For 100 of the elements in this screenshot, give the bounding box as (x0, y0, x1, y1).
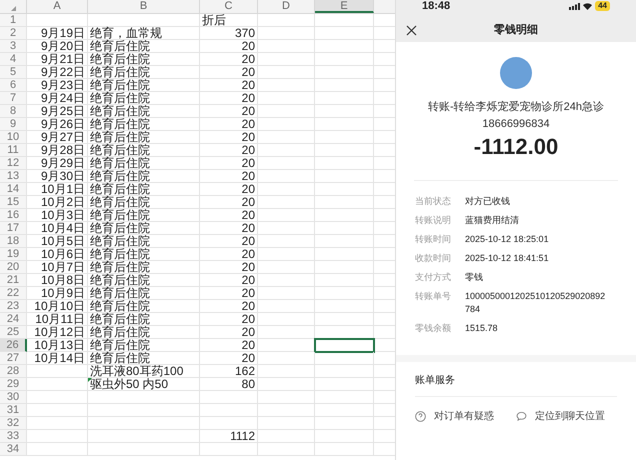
table-cell[interactable]: 绝育后住院 (88, 40, 200, 53)
table-cell[interactable]: 绝育后住院 (88, 196, 200, 209)
table-cell[interactable]: 绝育后住院 (88, 352, 200, 365)
table-cell[interactable]: 绝育后住院 (88, 339, 200, 352)
table-cell[interactable]: 折后 (200, 14, 258, 27)
table-cell[interactable] (258, 144, 315, 157)
table-cell[interactable]: 绝育后住院 (88, 53, 200, 66)
table-cell[interactable] (258, 66, 315, 79)
row-header[interactable]: 34 (0, 443, 27, 456)
row-header[interactable]: 4 (0, 53, 27, 66)
table-cell[interactable]: 20 (200, 170, 258, 183)
row-header[interactable]: 31 (0, 404, 27, 417)
table-cell[interactable] (258, 391, 315, 404)
table-cell[interactable]: 20 (200, 105, 258, 118)
table-cell[interactable]: 绝育后住院 (88, 105, 200, 118)
table-cell[interactable] (258, 105, 315, 118)
row-header[interactable]: 19 (0, 248, 27, 261)
table-cell[interactable] (315, 14, 374, 27)
table-cell[interactable] (88, 391, 200, 404)
table-cell[interactable]: 9月24日 (27, 92, 88, 105)
table-cell[interactable] (315, 391, 374, 404)
table-cell[interactable] (27, 417, 88, 430)
row-header[interactable]: 22 (0, 287, 27, 300)
table-cell[interactable]: 20 (200, 235, 258, 248)
table-cell[interactable]: 绝育后住院 (88, 261, 200, 274)
table-cell[interactable]: 9月22日 (27, 66, 88, 79)
table-cell[interactable]: 绝育后住院 (88, 209, 200, 222)
table-cell[interactable] (258, 352, 315, 365)
table-cell[interactable] (315, 365, 374, 378)
table-cell[interactable]: 10月14日 (27, 352, 88, 365)
table-cell[interactable] (258, 430, 315, 443)
row-header[interactable]: 18 (0, 235, 27, 248)
table-cell[interactable] (27, 391, 88, 404)
table-cell[interactable] (258, 40, 315, 53)
table-cell[interactable] (88, 404, 200, 417)
table-cell[interactable] (315, 313, 374, 326)
table-cell[interactable] (315, 157, 374, 170)
column-header[interactable]: C (200, 0, 258, 13)
table-cell[interactable]: 20 (200, 92, 258, 105)
table-cell[interactable] (258, 157, 315, 170)
table-cell[interactable]: 绝育后住院 (88, 235, 200, 248)
table-cell[interactable] (258, 417, 315, 430)
table-cell[interactable]: 9月26日 (27, 118, 88, 131)
table-cell[interactable]: 绝育后住院 (88, 79, 200, 92)
column-header[interactable]: A (27, 0, 88, 13)
table-cell[interactable] (88, 417, 200, 430)
table-cell[interactable]: 绝育后住院 (88, 248, 200, 261)
table-cell[interactable]: 20 (200, 326, 258, 339)
table-cell[interactable]: 9月25日 (27, 105, 88, 118)
table-cell[interactable]: 20 (200, 53, 258, 66)
table-cell[interactable]: 20 (200, 40, 258, 53)
table-cell[interactable] (258, 404, 315, 417)
table-cell[interactable]: 绝育后住院 (88, 170, 200, 183)
table-cell[interactable]: 绝育后住院 (88, 274, 200, 287)
table-cell[interactable] (315, 92, 374, 105)
table-cell[interactable]: 20 (200, 287, 258, 300)
table-cell[interactable]: 绝育，血常规 (88, 27, 200, 40)
table-cell[interactable] (315, 352, 374, 365)
table-cell[interactable] (27, 404, 88, 417)
table-cell[interactable]: 10月10日 (27, 300, 88, 313)
table-cell[interactable] (315, 274, 374, 287)
row-header[interactable]: 7 (0, 92, 27, 105)
table-cell[interactable]: 9月27日 (27, 131, 88, 144)
table-cell[interactable]: 10月9日 (27, 287, 88, 300)
table-cell[interactable]: 9月20日 (27, 40, 88, 53)
table-cell[interactable] (315, 105, 374, 118)
table-cell[interactable]: 绝育后住院 (88, 326, 200, 339)
table-cell[interactable]: 10月1日 (27, 183, 88, 196)
table-cell[interactable] (258, 79, 315, 92)
table-cell[interactable] (258, 209, 315, 222)
table-cell[interactable] (258, 378, 315, 391)
table-cell[interactable]: 绝育后住院 (88, 66, 200, 79)
table-cell[interactable]: 9月29日 (27, 157, 88, 170)
row-header[interactable]: 32 (0, 417, 27, 430)
row-header[interactable]: 15 (0, 196, 27, 209)
table-cell[interactable] (315, 404, 374, 417)
table-cell[interactable] (258, 131, 315, 144)
table-cell[interactable]: 20 (200, 222, 258, 235)
table-cell[interactable]: 绝育后住院 (88, 118, 200, 131)
table-cell[interactable] (258, 92, 315, 105)
table-cell[interactable] (315, 300, 374, 313)
table-cell[interactable] (315, 339, 374, 352)
table-cell[interactable] (258, 196, 315, 209)
table-cell[interactable] (258, 300, 315, 313)
table-cell[interactable] (315, 261, 374, 274)
row-header[interactable]: 1 (0, 14, 27, 27)
table-cell[interactable] (315, 222, 374, 235)
table-cell[interactable] (315, 417, 374, 430)
table-cell[interactable]: 20 (200, 118, 258, 131)
table-cell[interactable] (200, 404, 258, 417)
row-header[interactable]: 8 (0, 105, 27, 118)
table-cell[interactable]: 9月30日 (27, 170, 88, 183)
table-cell[interactable] (315, 66, 374, 79)
table-cell[interactable] (258, 365, 315, 378)
table-cell[interactable] (27, 378, 88, 391)
table-cell[interactable]: 20 (200, 131, 258, 144)
table-cell[interactable] (315, 443, 374, 456)
row-header[interactable]: 30 (0, 391, 27, 404)
row-header[interactable]: 13 (0, 170, 27, 183)
table-cell[interactable]: 20 (200, 352, 258, 365)
